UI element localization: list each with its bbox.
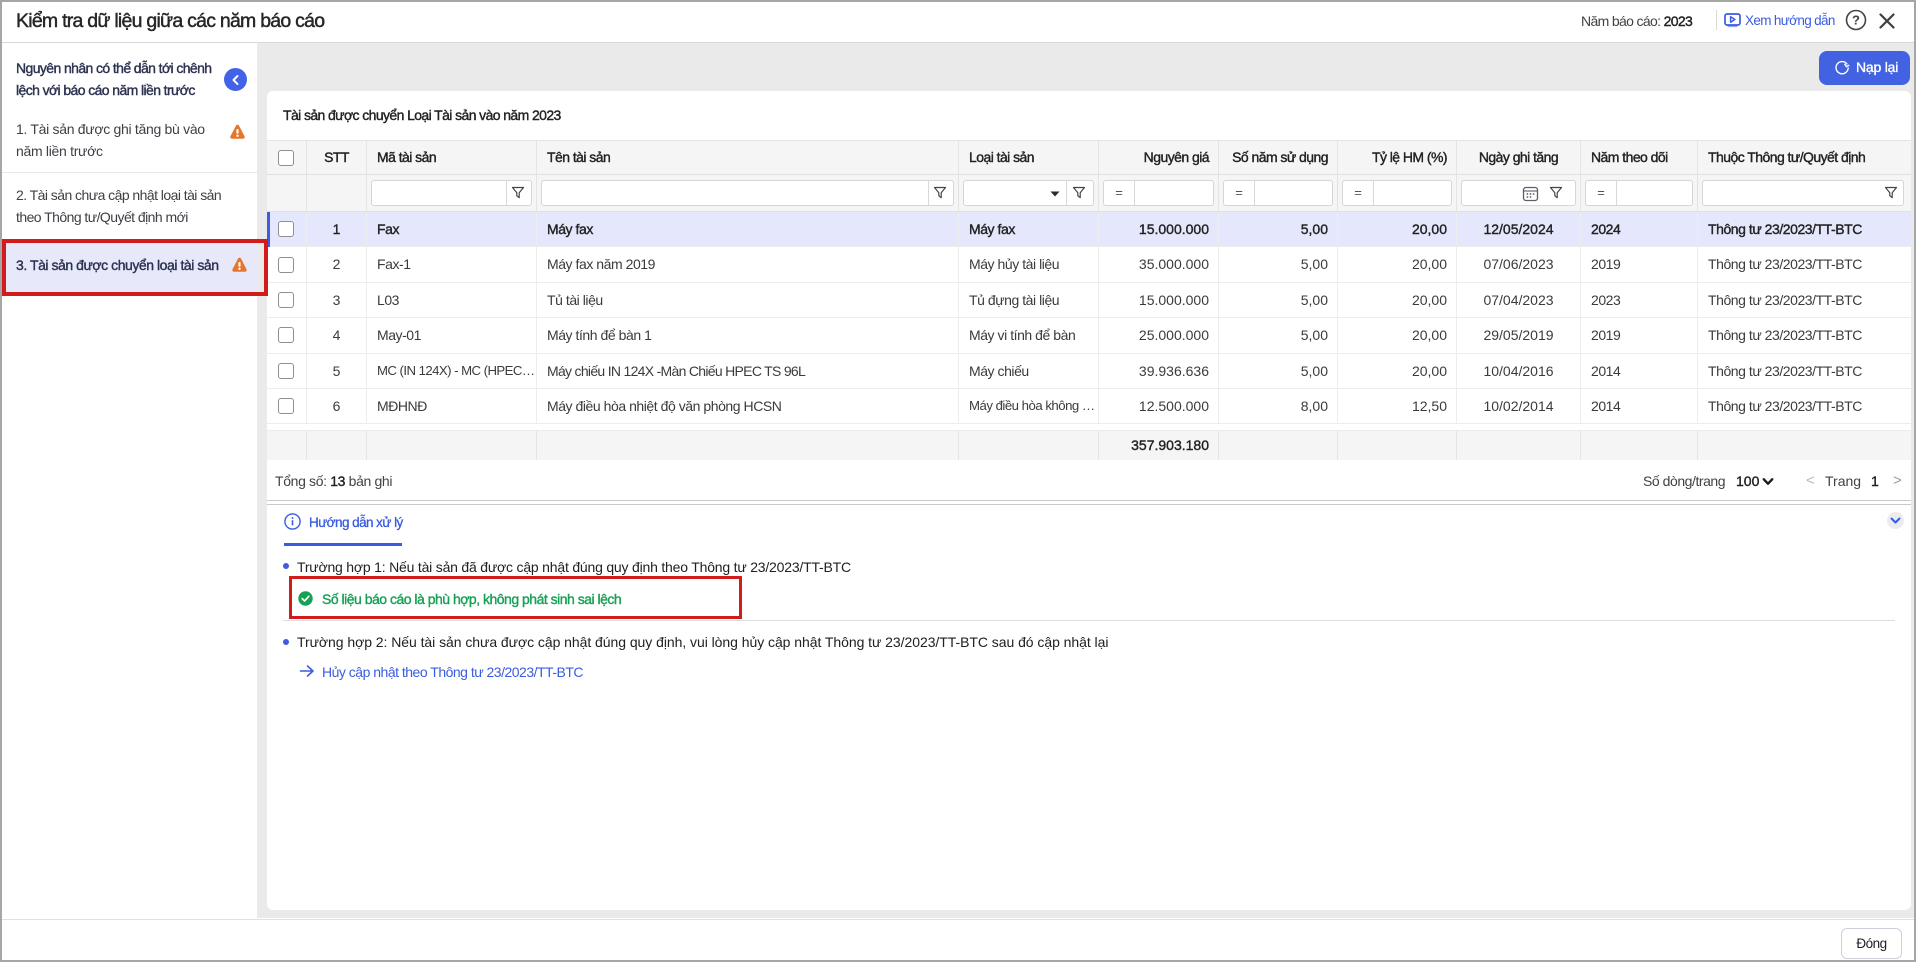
svg-text:?: ? [1852, 13, 1860, 28]
